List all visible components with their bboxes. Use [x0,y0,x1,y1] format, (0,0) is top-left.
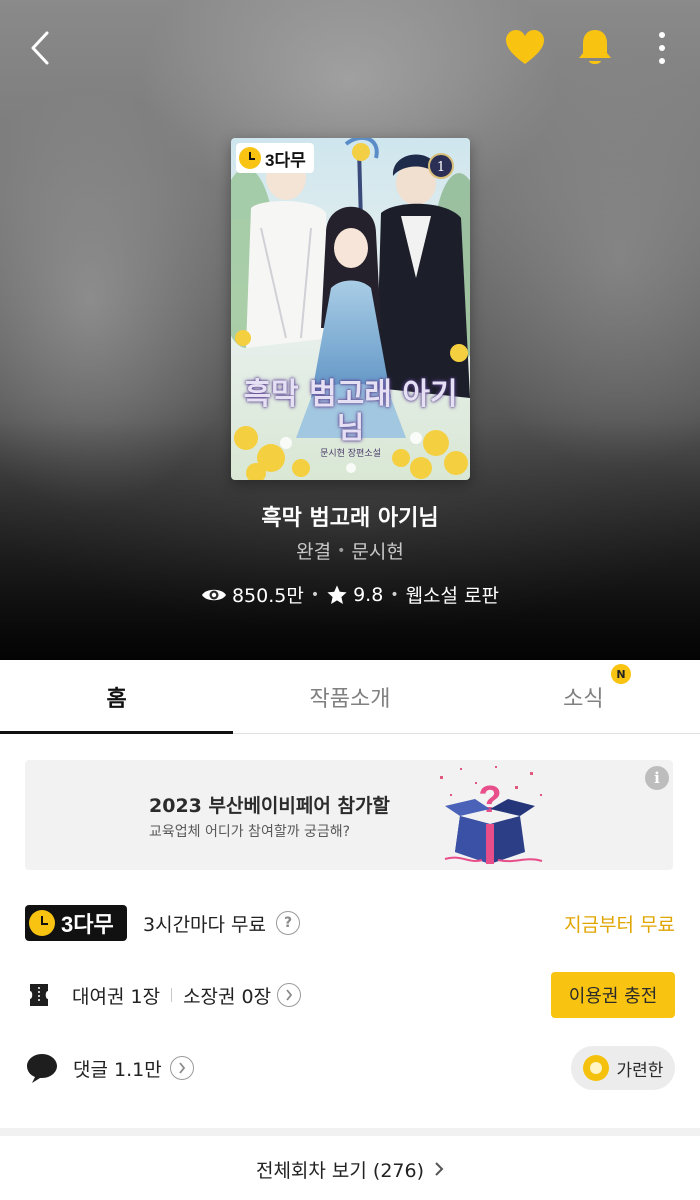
work-title: 흑막 범고래 아기님 [261,506,439,531]
help-icon[interactable]: ? [276,911,301,935]
separator-dot: • [390,586,399,603]
charge-ticket-button[interactable]: 이용권 충전 [551,972,675,1018]
free-every-3-hours-row: 3다무 3시간마다 무료 ? 지금부터 무료 [25,903,675,943]
comment-row: 댓글 1.1만 가련한 [25,1046,675,1090]
promo-banner[interactable]: 2023 부산베이비페어 참가할 교육업체 어디가 참여할까 궁금해? ? i [25,760,673,870]
clock-icon [239,147,261,169]
work-meta: 완결 • 문시현 [0,537,700,564]
view-all-episodes-button[interactable]: 전체회차 보기 (276) [0,1152,700,1186]
coin-icon [582,1055,609,1081]
notification-button[interactable] [575,28,615,68]
svg-text:?: ? [478,779,501,821]
work-author[interactable]: 문시현 [351,541,403,563]
separator-dot: • [310,586,320,603]
reaction-label: 가련한 [616,1060,664,1081]
eye-icon [201,589,226,600]
speech-bubble-icon [27,1054,57,1083]
reaction-button[interactable]: 가련한 [571,1046,675,1090]
gift-box-icon: ? [440,766,543,864]
cover-subtitle-text: 문시현 장편소설 [320,449,381,459]
rating-value: 9.8 [353,583,384,606]
bell-icon [579,30,611,64]
chevron-right-icon [286,989,293,1001]
tab-news[interactable]: 소식 [467,660,700,733]
rental-ticket-count: 대여권 1장 [72,985,161,1008]
free-from-now-link[interactable]: 지금부터 무료 [564,910,675,937]
cover-badge-text: 3다무 [265,150,306,170]
more-vertical-icon [659,32,665,64]
comment-detail-button[interactable] [169,1056,194,1080]
work-stats: 850.5만 • 9.8 • 웹소설 로판 [0,581,700,608]
tab-work-intro[interactable]: 작품소개 [233,660,466,733]
view-all-episodes-label: 전체회차 보기 (276) [255,1159,425,1182]
hero-section: 1 3다무 흑막 범고래 아기님 문시현 장편소설 흑막 범고래 아기님 완결 •… [0,0,700,660]
svg-text:1: 1 [437,160,445,175]
heart-icon [506,30,544,64]
3damu-badge-text: 3다무 [61,912,114,937]
cover-3damu-badge: 3다무 [236,143,314,173]
genre-label: 웹소설 로판 [405,585,500,607]
clock-icon [29,910,55,936]
owned-ticket-count: 소장권 0장 [183,985,272,1008]
ticket-detail-button[interactable] [277,983,302,1007]
chevron-right-icon [435,1162,444,1176]
ticket-row: 대여권 1장 소장권 0장 이용권 충전 [25,972,675,1018]
comment-count[interactable]: 댓글 1.1만 [73,1055,162,1082]
star-icon [327,584,347,604]
tab-home[interactable]: 홈 [0,660,234,734]
cover-image[interactable]: 1 3다무 흑막 범고래 아기님 문시현 장편소설 [231,138,470,480]
chevron-left-icon [31,31,49,65]
section-divider [0,1128,700,1136]
new-badge: N [611,664,631,684]
cover-title-text: 흑막 범고래 아기님 [243,377,458,446]
info-icon[interactable]: i [645,766,669,790]
view-count: 850.5만 [231,585,304,607]
free-interval-text: 3시간마다 무료 [143,913,267,936]
banner-title: 2023 부산베이비페어 참가할 [149,795,390,817]
tab-bar: 홈 작품소개 소식 [0,660,700,734]
chevron-right-icon [179,1062,185,1074]
favorite-button[interactable] [505,28,545,68]
work-status: 완결 [296,541,332,563]
divider [171,988,173,1002]
back-button[interactable] [20,28,60,68]
ticket-icon [30,984,48,1006]
separator-dot: • [337,543,346,559]
banner-subtitle: 교육업체 어디가 참여할까 궁금해? [149,824,351,840]
3damu-badge: 3다무 [25,905,127,941]
more-options-button[interactable] [642,28,682,68]
